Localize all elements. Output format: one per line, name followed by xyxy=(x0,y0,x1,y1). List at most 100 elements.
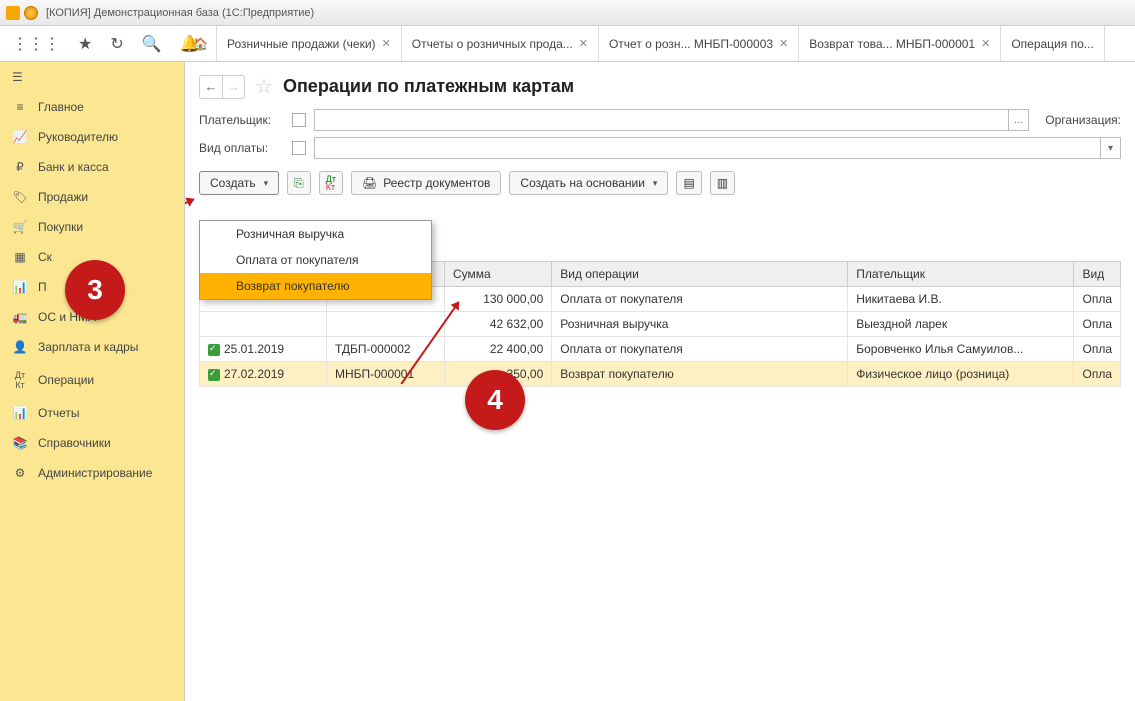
tab-label: Отчет о розн... МНБП-000003 xyxy=(609,37,773,51)
sidebar-item-admin[interactable]: ⚙Администрирование xyxy=(0,458,184,488)
sidebar-item-sales[interactable]: 🏷 Продажи xyxy=(0,182,184,212)
org-label: Организация: xyxy=(1045,113,1121,127)
menu-item-retail[interactable]: Розничная выручка xyxy=(200,221,431,247)
col-header-op[interactable]: Вид операции xyxy=(552,262,848,287)
ellipsis-icon[interactable]: … xyxy=(1008,110,1028,130)
cell-vid: Опла xyxy=(1074,287,1121,312)
cell-payer: Боровченко Илья Самуилов... xyxy=(848,337,1074,362)
copy-button[interactable]: ⎘ xyxy=(287,171,311,195)
apps-icon[interactable]: ⋮⋮⋮ xyxy=(12,34,60,54)
history-icon[interactable]: ↻ xyxy=(110,34,123,54)
hierarchy-icon: ▤ xyxy=(683,176,694,190)
create-label: Создать xyxy=(210,176,256,190)
tab-2[interactable]: Отчет о розн... МНБП-000003 ✕ xyxy=(599,26,799,61)
annotation-marker-4: 4 xyxy=(465,370,525,430)
sidebar-item-operations[interactable]: ДтКт Операции xyxy=(0,362,184,398)
report-icon: 📊 xyxy=(12,406,28,420)
menu-item-payment[interactable]: Оплата от покупателя xyxy=(200,247,431,273)
sidebar-item-purchases[interactable]: 🛒Покупки xyxy=(0,212,184,242)
cell-op: Оплата от покупателя xyxy=(552,287,848,312)
menu-item-label: Розничная выручка xyxy=(236,227,344,241)
cell-num: МНБП-000001 xyxy=(326,362,444,387)
filter-paytype-input[interactable]: ▾ xyxy=(314,137,1121,159)
window-title: [КОПИЯ] Демонстрационная база (1С:Предпр… xyxy=(46,7,314,19)
chevron-down-icon[interactable]: ▾ xyxy=(1100,138,1120,158)
cell-sum: 22 400,00 xyxy=(444,337,551,362)
favorite-star-icon[interactable]: ☆ xyxy=(255,74,273,99)
filter-paytype-label: Вид оплаты: xyxy=(199,141,284,155)
tab-1[interactable]: Отчеты о розничных прода... ✕ xyxy=(402,26,599,61)
sidebar-label: П xyxy=(38,280,47,294)
home-icon: ≡ xyxy=(12,100,28,114)
bar-icon: 📊 xyxy=(12,280,28,294)
sidebar-item-reports[interactable]: 📊 Отчеты xyxy=(0,398,184,428)
gear-icon: ⚙ xyxy=(12,466,28,480)
close-icon[interactable]: ✕ xyxy=(382,37,391,50)
sidebar-label: Покупки xyxy=(38,220,83,234)
nav-buttons: ← → xyxy=(199,75,245,99)
sidebar-label: Операции xyxy=(38,373,94,387)
cell-payer: Физическое лицо (розница) xyxy=(848,362,1074,387)
cell-sum: 42 632,00 xyxy=(444,312,551,337)
action-bar: Создать▾ ⎘ ДтКт 🖨Реестр документов Созда… xyxy=(185,165,1135,201)
forward-button[interactable]: → xyxy=(222,76,244,98)
sidebar-label: Справочники xyxy=(38,436,111,450)
create-button[interactable]: Создать▾ xyxy=(199,171,279,195)
app-dropdown-icon[interactable] xyxy=(24,6,38,20)
sidebar-item-refs[interactable]: 📚 Справочники xyxy=(0,428,184,458)
tab-3[interactable]: Возврат това... МНБП-000001 ✕ xyxy=(799,26,1001,61)
hierarchy-button[interactable]: ▤ xyxy=(676,171,701,195)
sidebar-label: Руководителю xyxy=(38,130,118,144)
tag-icon: 🏷 xyxy=(12,190,28,204)
sidebar-item-manager[interactable]: 📈 Руководителю xyxy=(0,122,184,152)
sidebar-label: Банк и касса xyxy=(38,160,109,174)
tab-home[interactable]: 🏠 xyxy=(185,26,217,61)
topbar-tools: ⋮⋮⋮ ★ ↻ 🔍 🔔 xyxy=(0,26,185,61)
tab-label: Отчеты о розничных прода... xyxy=(412,37,573,51)
filter-payer-label: Плательщик: xyxy=(199,113,284,127)
book-icon: 📚 xyxy=(12,436,28,450)
star-icon[interactable]: ★ xyxy=(78,34,92,54)
sidebar-label: Отчеты xyxy=(38,406,79,420)
back-button[interactable]: ← xyxy=(200,76,222,98)
sidebar-item-salary[interactable]: 👤Зарплата и кадры xyxy=(0,332,184,362)
create-based-button[interactable]: Создать на основании▾ xyxy=(509,171,668,195)
filter-paytype-checkbox[interactable] xyxy=(292,141,306,155)
caret-down-icon: ▾ xyxy=(653,178,658,189)
ak-icon: ДтКт xyxy=(12,370,28,390)
dtkt-button[interactable]: ДтКт xyxy=(319,171,343,195)
col-header-vid[interactable]: Вид xyxy=(1074,262,1121,287)
tab-0[interactable]: Розничные продажи (чеки)✕ xyxy=(217,26,402,61)
table-row[interactable]: 25.01.2019 ТДБП-000002 22 400,00 Оплата … xyxy=(200,337,1121,362)
sidebar-burger[interactable]: ☰ xyxy=(0,62,184,92)
tab-4[interactable]: Операция по... xyxy=(1001,26,1104,61)
page-title: Операции по платежным картам xyxy=(283,76,574,97)
sidebar-label: Продажи xyxy=(38,190,88,204)
filter-payer-checkbox[interactable] xyxy=(292,113,306,127)
close-icon[interactable]: ✕ xyxy=(981,37,990,50)
registry-button[interactable]: 🖨Реестр документов xyxy=(351,171,501,195)
filter-paytype-field[interactable] xyxy=(315,138,1100,158)
person-icon: 👤 xyxy=(12,340,28,354)
cell-date: 25.01.2019 xyxy=(200,337,327,362)
table-row[interactable]: 27.02.2019 МНБП-000001 350,00 Возврат по… xyxy=(200,362,1121,387)
tab-label: Возврат това... МНБП-000001 xyxy=(809,37,975,51)
filter-payer-input[interactable]: … xyxy=(314,109,1029,131)
col-header-sum[interactable]: Сумма xyxy=(444,262,551,287)
sidebar-label: Ск xyxy=(38,250,52,264)
app-icon xyxy=(6,6,20,20)
close-icon[interactable]: ✕ xyxy=(779,37,788,50)
search-icon[interactable]: 🔍 xyxy=(142,34,162,54)
chart-icon: 📈 xyxy=(12,130,28,144)
annotation-arrow-3 xyxy=(185,198,194,229)
close-icon[interactable]: ✕ xyxy=(579,37,588,50)
create-menu: Розничная выручка Оплата от покупателя В… xyxy=(199,220,432,300)
doc-ok-icon xyxy=(208,344,220,356)
sidebar-item-main[interactable]: ≡Главное xyxy=(0,92,184,122)
list-button[interactable]: ▥ xyxy=(710,171,735,195)
sidebar-item-bank[interactable]: ₽Банк и касса xyxy=(0,152,184,182)
col-header-payer[interactable]: Плательщик xyxy=(848,262,1074,287)
menu-item-return[interactable]: Возврат покупателю xyxy=(200,273,431,299)
table-row[interactable]: 42 632,00 Розничная выручка Выездной лар… xyxy=(200,312,1121,337)
filter-payer-field[interactable] xyxy=(315,110,1008,130)
